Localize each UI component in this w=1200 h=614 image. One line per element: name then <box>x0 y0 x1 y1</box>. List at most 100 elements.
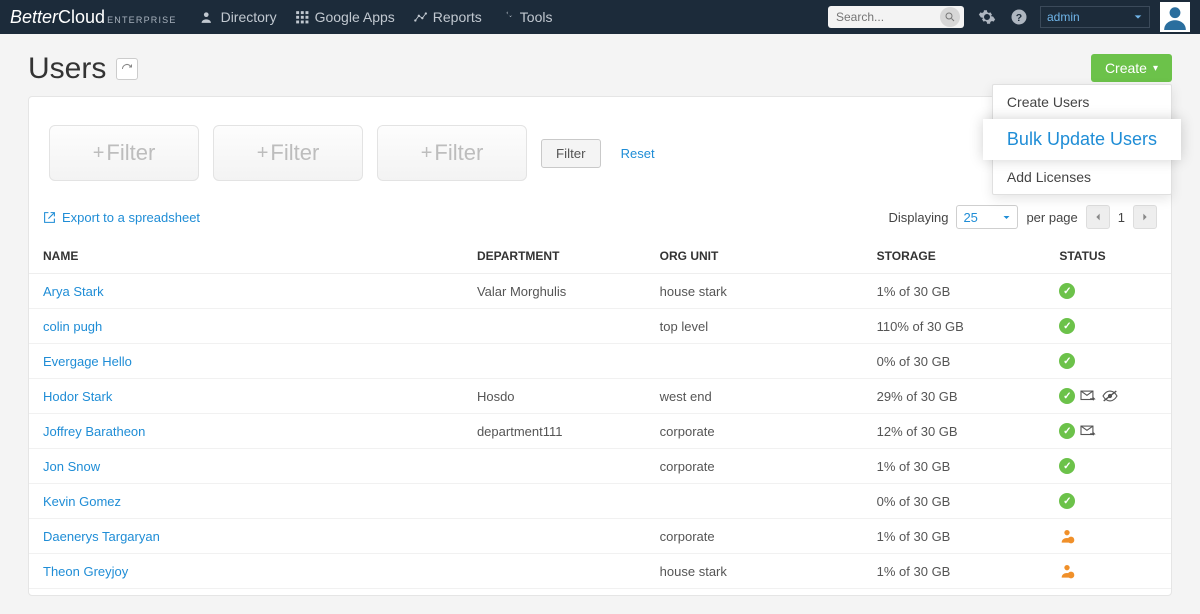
cell-orgunit <box>646 484 863 519</box>
user-link[interactable]: Evergage Hello <box>43 354 132 369</box>
refresh-button[interactable] <box>116 58 138 80</box>
next-page-button[interactable] <box>1133 205 1157 229</box>
cell-department <box>463 554 646 589</box>
add-filter-2[interactable]: +Filter <box>213 125 363 181</box>
user-link[interactable]: colin pugh <box>43 319 102 334</box>
table-row: Daenerys Targaryan corporate1% of 30 GB <box>29 519 1171 554</box>
cell-status <box>1045 414 1171 449</box>
apply-filter-button[interactable]: Filter <box>541 139 601 168</box>
table-row: Arya StarkValar Morghulishouse stark1% o… <box>29 274 1171 309</box>
cell-storage: 29% of 30 GB <box>863 379 1046 414</box>
top-utility-icons: ? <box>978 8 1028 26</box>
page-title-bar: Users <box>28 52 1172 86</box>
cell-status <box>1045 379 1171 414</box>
col-status[interactable]: STATUS <box>1045 239 1171 274</box>
pagination: Displaying 25 per page 1 <box>888 205 1157 229</box>
col-department[interactable]: DEPARTMENT <box>463 239 646 274</box>
create-menu-wrap: Create ▾ Create UsersBulk Update UsersAd… <box>1091 54 1172 82</box>
nav-directory-label: Directory <box>221 9 277 25</box>
cell-storage: 1% of 30 GB <box>863 449 1046 484</box>
cell-storage: 0% of 30 GB <box>863 344 1046 379</box>
nav-reports[interactable]: Reports <box>413 9 482 25</box>
user-link[interactable]: Jon Snow <box>43 459 100 474</box>
cell-department <box>463 519 646 554</box>
reset-filters-link[interactable]: Reset <box>621 146 655 161</box>
user-link[interactable]: Joffrey Baratheon <box>43 424 145 439</box>
table-row: Joffrey Baratheon department111corporate1… <box>29 414 1171 449</box>
brand-sub: ENTERPRISE <box>107 15 177 25</box>
add-filter-1[interactable]: +Filter <box>49 125 199 181</box>
user-link[interactable]: Theon Greyjoy <box>43 564 128 579</box>
table-row: Hodor Stark Hosdowest end29% of 30 GB <box>29 379 1171 414</box>
export-link[interactable]: Export to a spreadsheet <box>43 210 200 225</box>
nav-directory[interactable]: Directory <box>201 9 277 25</box>
per-page-label: per page <box>1026 210 1077 225</box>
cell-department <box>463 344 646 379</box>
create-menu-item[interactable]: Create Users <box>993 85 1171 119</box>
export-icon <box>43 211 56 224</box>
cell-status <box>1045 484 1171 519</box>
cell-storage: 1% of 30 GB <box>863 554 1046 589</box>
cell-status <box>1045 519 1171 554</box>
cell-status <box>1045 449 1171 484</box>
cell-orgunit: west end <box>646 379 863 414</box>
prev-page-button[interactable] <box>1086 205 1110 229</box>
cell-orgunit <box>646 344 863 379</box>
brand-logo[interactable]: BetterCloud ENTERPRISE <box>10 7 177 28</box>
user-link[interactable]: Hodor Stark <box>43 389 112 404</box>
cell-storage: 12% of 30 GB <box>863 414 1046 449</box>
page-number: 1 <box>1118 210 1125 225</box>
search-icon[interactable] <box>940 7 960 27</box>
search-input[interactable] <box>836 10 940 24</box>
cell-department: Hosdo <box>463 379 646 414</box>
create-menu-item[interactable]: Add Licenses <box>993 160 1171 194</box>
user-link[interactable]: Kevin Gomez <box>43 494 121 509</box>
mail-routing-icon <box>1079 424 1097 438</box>
gear-icon[interactable] <box>978 8 996 26</box>
export-label: Export to a spreadsheet <box>62 210 200 225</box>
nav-tools-label: Tools <box>520 9 553 25</box>
cell-orgunit: corporate <box>646 414 863 449</box>
brand-part-1: Better <box>10 7 58 28</box>
nav-googleapps[interactable]: Google Apps <box>295 9 395 25</box>
col-orgunit[interactable]: ORG UNIT <box>646 239 863 274</box>
cell-status <box>1045 344 1171 379</box>
user-link[interactable]: Daenerys Targaryan <box>43 529 160 544</box>
admin-dropdown[interactable]: admin <box>1040 6 1150 28</box>
create-button[interactable]: Create ▾ <box>1091 54 1172 82</box>
help-icon[interactable]: ? <box>1010 8 1028 26</box>
table-row: colin pughtop level110% of 30 GB <box>29 309 1171 344</box>
cell-orgunit: top level <box>646 309 863 344</box>
table-row: Theon Greyjoy house stark1% of 30 GB <box>29 554 1171 589</box>
col-name[interactable]: NAME <box>29 239 463 274</box>
status-user-icon <box>1059 528 1075 544</box>
add-filter-3[interactable]: +Filter <box>377 125 527 181</box>
cell-orgunit: house stark <box>646 554 863 589</box>
status-ok-icon <box>1059 283 1075 299</box>
status-ok-icon <box>1059 458 1075 474</box>
chevron-down-icon: ▾ <box>1153 63 1158 74</box>
mail-routing-icon <box>1079 389 1097 403</box>
create-menu-item[interactable]: Bulk Update Users <box>983 119 1181 160</box>
table-row: Jon Snowcorporate1% of 30 GB <box>29 449 1171 484</box>
user-link[interactable]: Arya Stark <box>43 284 104 299</box>
cell-storage: 1% of 30 GB <box>863 519 1046 554</box>
per-page-select[interactable]: 25 <box>956 205 1018 229</box>
hidden-icon <box>1101 389 1119 403</box>
nav-googleapps-label: Google Apps <box>315 9 395 25</box>
nav-tools[interactable]: Tools <box>500 9 553 25</box>
chevron-right-icon <box>1140 212 1150 222</box>
avatar[interactable] <box>1160 2 1190 32</box>
cell-orgunit: corporate <box>646 519 863 554</box>
cell-storage: 0% of 30 GB <box>863 484 1046 519</box>
cell-status <box>1045 274 1171 309</box>
create-dropdown: Create UsersBulk Update UsersAdd License… <box>992 84 1172 195</box>
table-row: Evergage Hello 0% of 30 GB <box>29 344 1171 379</box>
col-storage[interactable]: STORAGE <box>863 239 1046 274</box>
primary-nav: Directory Google Apps Reports Tools <box>201 9 553 25</box>
tools-icon <box>500 10 514 24</box>
brand-part-2: Cloud <box>58 7 105 28</box>
global-search[interactable] <box>828 6 964 28</box>
create-button-label: Create <box>1105 60 1147 76</box>
cell-department: department111 <box>463 414 646 449</box>
